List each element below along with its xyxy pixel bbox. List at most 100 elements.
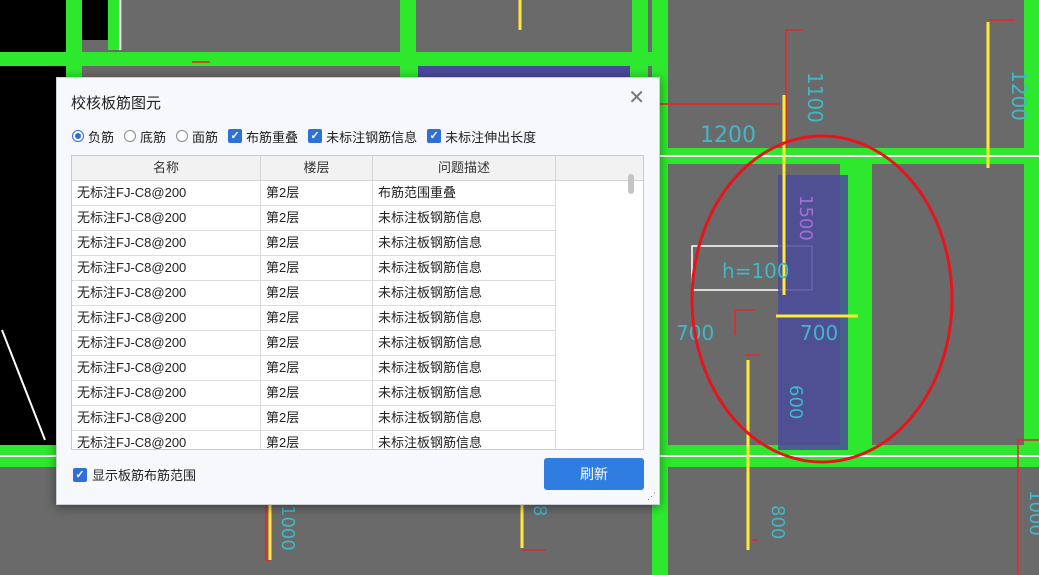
row-filler <box>556 281 643 306</box>
dim-label: 1100 <box>803 72 827 123</box>
checkbox-label: 布筋重叠 <box>246 129 299 145</box>
radio-label: 面筋 <box>192 129 219 145</box>
checkmark-icon: ✓ <box>308 129 323 143</box>
cell-floor: 第2层 <box>261 181 373 206</box>
cell-description: 未标注板钢筋信息 <box>373 331 556 356</box>
row-filler <box>556 431 643 449</box>
table-row[interactable]: 无标注FJ-C8@200 第2层 未标注板钢筋信息 <box>72 356 643 381</box>
vertical-scrollbar-thumb[interactable] <box>628 174 634 194</box>
black-region <box>82 0 108 40</box>
checkbox-rebar-overlap[interactable]: ✓ 布筋重叠 <box>228 127 298 146</box>
cell-floor: 第2层 <box>261 231 373 256</box>
cell-floor: 第2层 <box>261 331 373 356</box>
table-row[interactable]: 无标注FJ-C8@200 第2层 未标注板钢筋信息 <box>72 306 643 331</box>
cell-floor: 第2层 <box>261 406 373 431</box>
radio-top-rebar[interactable]: 面筋 <box>176 127 218 146</box>
row-filler <box>556 306 643 331</box>
dim-label: 800 <box>767 505 788 539</box>
row-filler <box>556 381 643 406</box>
row-filler <box>556 231 643 256</box>
checkbox-label: 未标注钢筋信息 <box>326 129 418 145</box>
cell-name: 无标注FJ-C8@200 <box>72 181 261 206</box>
cell-floor: 第2层 <box>261 281 373 306</box>
refresh-button[interactable]: 刷新 <box>544 458 644 490</box>
cell-description: 布筋范围重叠 <box>373 181 556 206</box>
cell-name: 无标注FJ-C8@200 <box>72 331 261 356</box>
close-icon[interactable]: ✕ <box>628 88 645 108</box>
dim-label: h=100 <box>722 259 790 283</box>
cell-floor: 第2层 <box>261 381 373 406</box>
filter-bar: 负筋 底筋 面筋 ✓ 布筋重叠 ✓ 未标注钢筋信息 ✓ 未标注伸出长度 <box>72 127 546 145</box>
cell-floor: 第2层 <box>261 431 373 449</box>
table-row[interactable]: 无标注FJ-C8@200 第2层 未标注板钢筋信息 <box>72 431 643 449</box>
cell-description: 未标注板钢筋信息 <box>373 406 556 431</box>
cell-floor: 第2层 <box>261 306 373 331</box>
checkbox-label: 显示板筋布筋范围 <box>92 468 197 483</box>
checkbox-unlabeled-extension-length[interactable]: ✓ 未标注伸出长度 <box>427 127 536 146</box>
cell-floor: 第2层 <box>261 206 373 231</box>
checkmark-icon: ✓ <box>73 467 87 482</box>
checkbox-unlabeled-rebar-info[interactable]: ✓ 未标注钢筋信息 <box>308 127 417 146</box>
table-row[interactable]: 无标注FJ-C8@200 第2层 未标注板钢筋信息 <box>72 381 643 406</box>
column-header-description[interactable]: 问题描述 <box>373 156 556 180</box>
table-row[interactable]: 无标注FJ-C8@200 第2层 布筋范围重叠 <box>72 181 643 206</box>
radio-label: 负筋 <box>88 129 115 145</box>
row-filler <box>556 206 643 231</box>
row-filler <box>556 256 643 281</box>
cell-name: 无标注FJ-C8@200 <box>72 356 261 381</box>
cell-name: 无标注FJ-C8@200 <box>72 281 261 306</box>
cell-description: 未标注板钢筋信息 <box>373 431 556 449</box>
table-header: 名称 楼层 问题描述 <box>72 156 643 181</box>
checkbox-label: 未标注伸出长度 <box>445 129 537 145</box>
issues-table[interactable]: 名称 楼层 问题描述 无标注FJ-C8@200 第2层 布筋范围重叠 无标注FJ-C8… <box>71 155 644 450</box>
table-row[interactable]: 无标注FJ-C8@200 第2层 未标注板钢筋信息 <box>72 206 643 231</box>
cell-name: 无标注FJ-C8@200 <box>72 306 261 331</box>
cell-floor: 第2层 <box>261 256 373 281</box>
cell-description: 未标注板钢筋信息 <box>373 356 556 381</box>
radio-icon <box>176 130 189 142</box>
cell-description: 未标注板钢筋信息 <box>373 381 556 406</box>
table-body: 无标注FJ-C8@200 第2层 布筋范围重叠 无标注FJ-C8@200 第2层 未标注板… <box>72 181 643 449</box>
radio-negative-rebar[interactable]: 负筋 <box>72 127 114 146</box>
cell-name: 无标注FJ-C8@200 <box>72 406 261 431</box>
dialog-title: 校核板筋图元 <box>71 95 162 112</box>
cell-description: 未标注板钢筋信息 <box>373 256 556 281</box>
cell-name: 无标注FJ-C8@200 <box>72 431 261 449</box>
dim-label: 1000 <box>1025 490 1039 536</box>
column-header-name[interactable]: 名称 <box>72 156 261 180</box>
cell-description: 未标注板钢筋信息 <box>373 281 556 306</box>
radio-icon <box>124 130 137 142</box>
check-rebar-dialog: 校核板筋图元 ✕ 负筋 底筋 面筋 ✓ 布筋重叠 ✓ 未标注钢筋信息 ✓ 未标注… <box>56 77 660 505</box>
dim-label: 8 <box>529 505 550 516</box>
checkmark-icon: ✓ <box>228 129 243 143</box>
table-row[interactable]: 无标注FJ-C8@200 第2层 未标注板钢筋信息 <box>72 331 643 356</box>
dim-label: 1500 <box>795 195 816 241</box>
checkmark-icon: ✓ <box>427 129 442 143</box>
table-row[interactable]: 无标注FJ-C8@200 第2层 未标注板钢筋信息 <box>72 256 643 281</box>
cell-name: 无标注FJ-C8@200 <box>72 256 261 281</box>
resize-grip-icon[interactable]: ⋰ <box>647 491 656 502</box>
cell-name: 无标注FJ-C8@200 <box>72 381 261 406</box>
checkbox-show-rebar-range[interactable]: ✓ 显示板筋布筋范围 <box>73 465 196 484</box>
dim-label: 1200 <box>700 123 756 148</box>
dim-label: 1000 <box>277 505 298 551</box>
table-row[interactable]: 无标注FJ-C8@200 第2层 未标注板钢筋信息 <box>72 281 643 306</box>
row-filler <box>556 331 643 356</box>
row-filler <box>556 406 643 431</box>
row-filler <box>556 356 643 381</box>
cell-floor: 第2层 <box>261 356 373 381</box>
column-header-floor[interactable]: 楼层 <box>261 156 373 180</box>
cell-name: 无标注FJ-C8@200 <box>72 231 261 256</box>
table-row[interactable]: 无标注FJ-C8@200 第2层 未标注板钢筋信息 <box>72 406 643 431</box>
dim-label: 600 <box>785 385 806 419</box>
cell-description: 未标注板钢筋信息 <box>373 206 556 231</box>
table-row[interactable]: 无标注FJ-C8@200 第2层 未标注板钢筋信息 <box>72 231 643 256</box>
dim-label: 1200 <box>1007 70 1031 121</box>
cell-description: 未标注板钢筋信息 <box>373 231 556 256</box>
radio-bottom-rebar[interactable]: 底筋 <box>124 127 166 146</box>
cell-name: 无标注FJ-C8@200 <box>72 206 261 231</box>
cell-description: 未标注板钢筋信息 <box>373 306 556 331</box>
dim-label: 700 <box>800 321 838 345</box>
radio-label: 底筋 <box>140 129 167 145</box>
radio-icon <box>72 130 84 142</box>
